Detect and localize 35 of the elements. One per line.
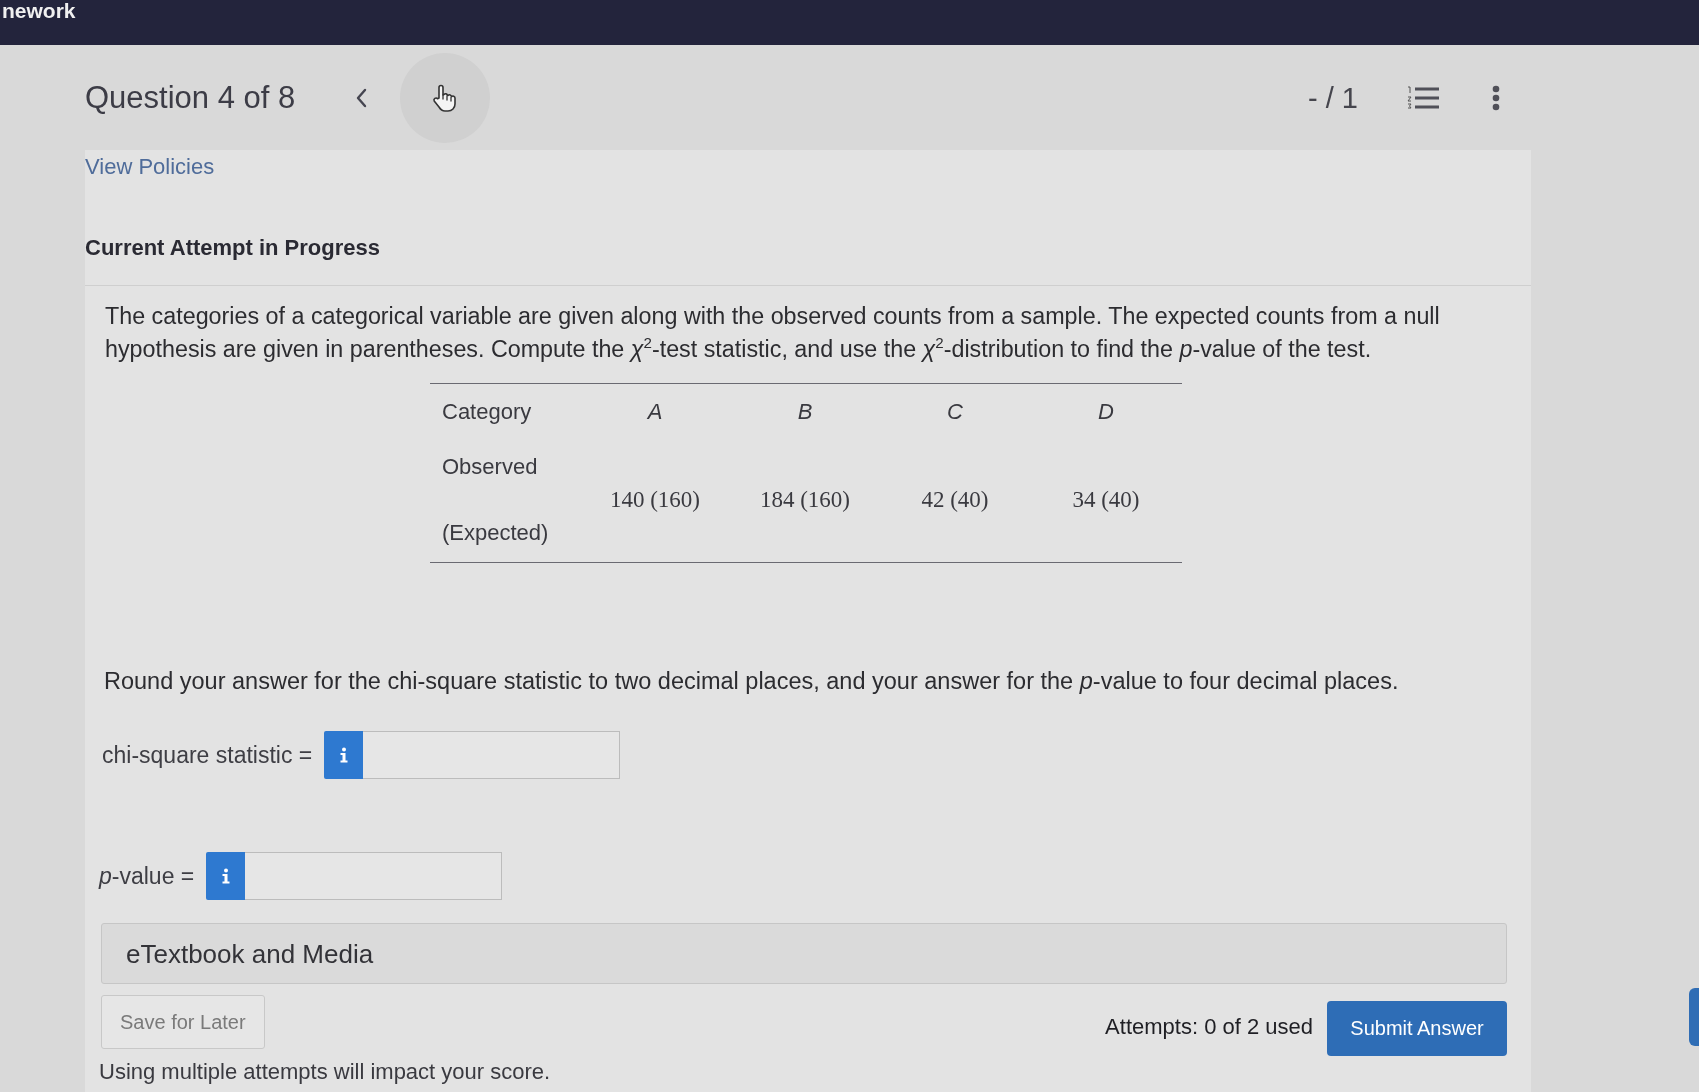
etextbook-panel[interactable]: eTextbook and Media xyxy=(101,923,1507,984)
row-label: Observed xyxy=(442,453,538,481)
answer-label: chi-square statistic = xyxy=(102,741,313,769)
table-header-cell: A xyxy=(647,398,663,426)
table-cell: 42 (40) xyxy=(921,486,989,514)
table-cell: 140 (160) xyxy=(609,486,701,514)
answer-label: p-value = xyxy=(99,862,195,890)
answer-input[interactable] xyxy=(245,852,503,900)
vertical-dots-icon[interactable] xyxy=(1492,84,1500,111)
attempts-note: Using multiple attempts will impact your score. xyxy=(99,1058,551,1086)
instructions-text: Round your answer for the chi-square statistic to two decimal places, and your answer for the p-value to four decimal places. xyxy=(103,667,1399,696)
hand-pointer-icon xyxy=(432,83,459,112)
info-icon xyxy=(338,747,349,763)
table-header-cell: D xyxy=(1098,398,1114,426)
app-title: nework xyxy=(1,0,76,22)
table-header-cell: C xyxy=(947,398,963,426)
numbered-list-icon[interactable] xyxy=(1406,84,1440,111)
attempt-heading: Current Attempt in Progress xyxy=(85,235,380,261)
table-header-cell: B xyxy=(797,398,813,426)
info-icon xyxy=(220,868,231,884)
score-text: - / 1 xyxy=(1308,80,1358,115)
table-cell: 34 (40) xyxy=(1072,486,1140,514)
table-header-cell-text: Category xyxy=(441,398,532,426)
side-tab[interactable] xyxy=(1689,988,1699,1046)
submit-answer-button[interactable]: Submit Answer xyxy=(1327,1001,1507,1056)
answer-input[interactable] xyxy=(363,731,621,779)
info-button[interactable] xyxy=(206,852,246,900)
question-title: Question 4 of 8 xyxy=(85,79,296,116)
view-policies-link[interactable]: View Policies xyxy=(85,154,215,180)
row-label: (Expected) xyxy=(442,519,549,547)
info-button[interactable] xyxy=(324,731,364,779)
attempts-text: Attempts: 0 of 2 used xyxy=(1105,1013,1313,1041)
chevron-left-icon[interactable] xyxy=(355,87,368,108)
table-cell: 184 (160) xyxy=(759,486,851,514)
question-text: The categories of a categorical variable are given along with the observed counts from a sample. The expected counts from a null hypothesis are given in parentheses. Compute the χ$^{2}$-test statistic, and use the χ$^{2}$-distribution to find the p-value of the test. xyxy=(104,302,1441,364)
